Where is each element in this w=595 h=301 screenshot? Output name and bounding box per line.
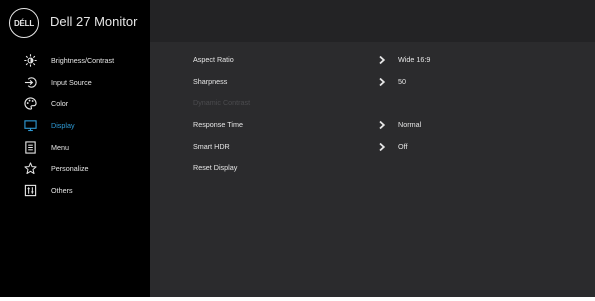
- setting-value: 50: [398, 77, 406, 86]
- chevron-right-icon: [377, 55, 387, 65]
- menu-icon: [23, 140, 37, 154]
- brightness-icon: [23, 53, 37, 67]
- sidebar-item-label: Personalize: [51, 163, 89, 173]
- setting-value: Wide 16:9: [398, 55, 431, 64]
- setting-label: Response Time: [193, 120, 243, 129]
- setting-label: Reset Display: [193, 163, 238, 172]
- osd-sidebar: DÉLL Dell 27 Monitor Brightness/Contrast…: [0, 0, 150, 297]
- setting-reset-display[interactable]: Reset Display: [150, 159, 595, 177]
- color-palette-icon: [23, 96, 37, 110]
- setting-sharpness[interactable]: Sharpness 50: [150, 73, 595, 91]
- setting-value: Normal: [398, 120, 422, 129]
- monitor-title: Dell 27 Monitor: [50, 14, 138, 29]
- sidebar-item-brightness-contrast[interactable]: Brightness/Contrast: [0, 51, 150, 69]
- sidebar-item-display[interactable]: Display: [0, 116, 150, 134]
- setting-dynamic-contrast: Dynamic Contrast: [150, 94, 595, 112]
- setting-value: Off: [398, 142, 408, 151]
- osd-header-bar: [150, 0, 595, 42]
- sidebar-item-label: Others: [51, 185, 73, 195]
- sidebar-item-input-source[interactable]: Input Source: [0, 73, 150, 91]
- others-icon: [23, 183, 37, 197]
- sidebar-item-label: Menu: [51, 142, 69, 152]
- sidebar-item-menu[interactable]: Menu: [0, 138, 150, 156]
- sidebar-item-color[interactable]: Color: [0, 94, 150, 112]
- sidebar-item-label: Brightness/Contrast: [51, 55, 115, 65]
- chevron-right-icon: [377, 142, 387, 152]
- setting-response-time[interactable]: Response Time Normal: [150, 116, 595, 134]
- monitor-icon: [23, 118, 37, 132]
- setting-smart-hdr[interactable]: Smart HDR Off: [150, 138, 595, 156]
- sidebar-item-personalize[interactable]: Personalize: [0, 159, 150, 177]
- sidebar-item-label: Display: [51, 120, 75, 130]
- setting-label: Dynamic Contrast: [193, 98, 251, 107]
- setting-label: Smart HDR: [193, 142, 230, 151]
- sidebar-item-label: Input Source: [51, 77, 92, 87]
- chevron-right-icon: [377, 77, 387, 87]
- setting-label: Aspect Ratio: [193, 55, 234, 64]
- sidebar-item-others[interactable]: Others: [0, 181, 150, 199]
- monitor-osd: DÉLL Dell 27 Monitor Brightness/Contrast…: [0, 0, 595, 297]
- setting-label: Sharpness: [193, 77, 228, 86]
- chevron-right-icon: [377, 120, 387, 130]
- star-icon: [23, 161, 37, 175]
- input-source-icon: [23, 75, 37, 89]
- setting-aspect-ratio[interactable]: Aspect Ratio Wide 16:9: [150, 51, 595, 69]
- dell-logo: DÉLL: [9, 8, 39, 38]
- sidebar-item-label: Color: [51, 98, 69, 108]
